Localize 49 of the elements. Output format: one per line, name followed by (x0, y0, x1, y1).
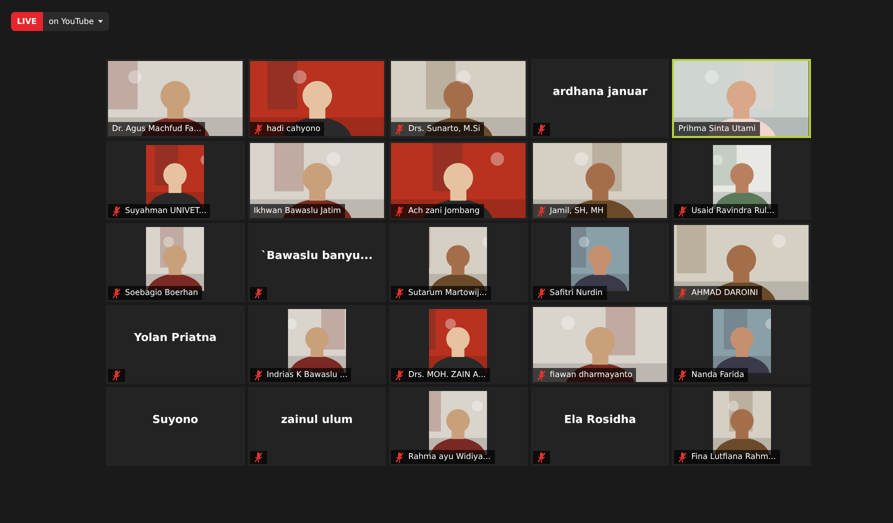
muted-microphone-icon (536, 288, 546, 298)
muted-microphone-icon (536, 370, 546, 380)
muted-microphone-icon (536, 206, 546, 216)
participant-name: Suyahman UNIVET... (125, 205, 206, 217)
participant-name: Fina Lutfiana Rahm... (691, 451, 776, 463)
muted-microphone-icon (536, 452, 546, 463)
muted-microphone-icon (254, 124, 263, 134)
participant-name: Ela Rosidha (564, 412, 636, 428)
participant-name: Soebagio Boerhan (125, 287, 198, 299)
muted-microphone-icon (678, 288, 688, 298)
muted-microphone-icon (678, 206, 688, 216)
participant-name: Usaid Ravindra Rul... (691, 205, 774, 217)
muted-microphone-icon (112, 370, 121, 381)
muted-microphone-icon (254, 288, 263, 299)
participant-name: Ach zani Jombang (408, 205, 480, 217)
participant-name: Suyono (152, 412, 198, 428)
muted-microphone-icon (678, 452, 688, 462)
participant-name: Dr. Agus Machfud Fa... (112, 123, 202, 135)
participant-name: Rahma ayu Widiya... (408, 451, 491, 463)
muted-microphone-icon (395, 206, 404, 216)
participant-name: zainul ulum (281, 412, 353, 428)
participant-name: Drs. MOH. ZAIN A... (408, 369, 486, 381)
participant-name: Prihma Sinta Utami (678, 123, 756, 135)
participant-name: `Bawaslu banyu... (261, 248, 373, 264)
participant-name: Nanda Farida (691, 369, 744, 381)
muted-microphone-icon (395, 452, 404, 462)
participant-name: Safitri Nurdin (550, 287, 603, 299)
participant-name: AHMAD DAROINI (691, 287, 758, 299)
muted-microphone-icon (678, 370, 688, 380)
muted-microphone-icon (395, 288, 404, 298)
participant-name: Indrias K Bawaslu ... (266, 369, 348, 381)
participant-name: Jamil, SH, MH (550, 205, 604, 217)
participant-name: Sutarum Martowij... (408, 287, 487, 299)
muted-microphone-icon (536, 124, 546, 135)
muted-microphone-icon (112, 206, 121, 216)
participant-name: Ikhwan Bawaslu Jatim (254, 205, 341, 217)
participant-name: Drs. Sunarto, M.Si (408, 123, 480, 135)
muted-microphone-icon (395, 370, 404, 380)
live-badge: LIVE (11, 12, 43, 31)
participant-name: hadi cahyono (266, 123, 320, 135)
participant-name: Yolan Priatna (134, 330, 217, 346)
caret-icon (98, 20, 103, 23)
muted-microphone-icon (254, 370, 263, 380)
participant-name: fiawan dharmayanto (550, 369, 632, 381)
muted-microphone-icon (254, 452, 263, 463)
participant-name: ardhana januar (552, 84, 648, 100)
muted-microphone-icon (112, 288, 121, 298)
stream-dropdown[interactable]: on YouTube (42, 12, 109, 31)
muted-microphone-icon (395, 124, 404, 134)
